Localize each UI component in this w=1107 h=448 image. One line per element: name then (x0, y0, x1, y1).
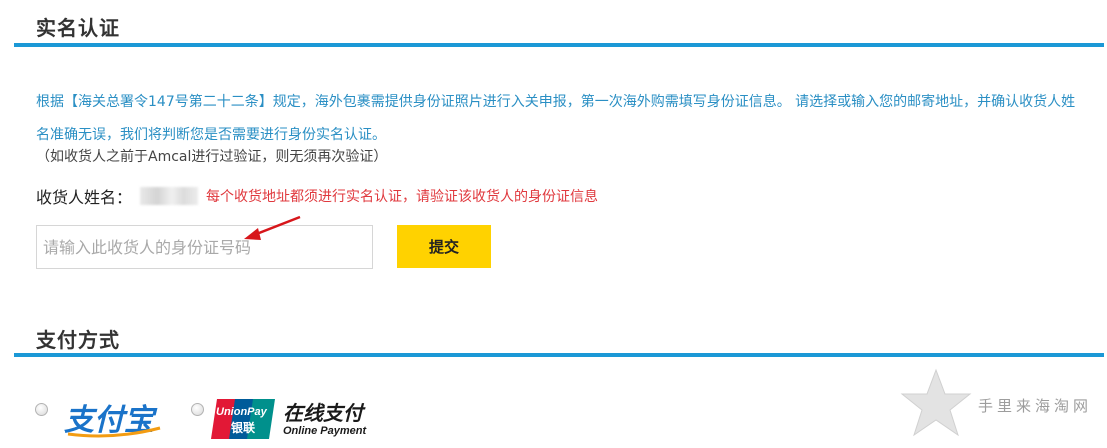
payment-section-title: 支付方式 (36, 328, 120, 352)
recipient-name-value-blurred: 宽 (140, 187, 199, 205)
unionpay-online-payment-logo[interactable]: UnionPay 银联 在线支付 Online Payment (211, 397, 381, 441)
site-watermark: 手里来海淘网 (900, 368, 1100, 438)
watermark-text: 手里来海淘网 (978, 397, 1093, 415)
red-arrow-icon (244, 215, 301, 240)
recipient-name-row: 收货人姓名： 宽 每个收货地址都须进行实名认证，请验证该收货人的身份证信息 (36, 184, 598, 208)
recipient-name-label: 收货人姓名： (36, 188, 133, 207)
unionpay-badge-cn-text: 银联 (231, 420, 255, 435)
id-number-input[interactable] (36, 225, 373, 269)
online-payment-english-label: Online Payment (283, 425, 367, 437)
star-watermark-icon (900, 368, 972, 437)
verification-section-divider (14, 43, 1104, 47)
unionpay-radio[interactable] (191, 403, 204, 416)
submit-button[interactable]: 提交 (397, 225, 491, 268)
alipay-logo-icon[interactable]: 支付宝 (62, 398, 168, 440)
real-name-warning-text: 每个收货地址都须进行实名认证，请验证该收货人的身份证信息 (206, 189, 599, 205)
previous-verification-hint: （如收货人之前于Amcal进行过验证，则无须再次验证） (36, 149, 388, 165)
alipay-radio[interactable] (35, 403, 48, 416)
unionpay-logo-icon: UnionPay 银联 (211, 399, 275, 439)
verification-section-title: 实名认证 (36, 16, 120, 40)
unionpay-badge-text: UnionPay (216, 406, 268, 418)
customs-notice-text: 根据【海关总署令147号第二十二条】规定，海外包裹需提供身份证照片进行入关申报，… (36, 94, 1076, 143)
payment-section-divider (14, 353, 1104, 357)
online-payment-label: 在线支付 (283, 401, 363, 425)
